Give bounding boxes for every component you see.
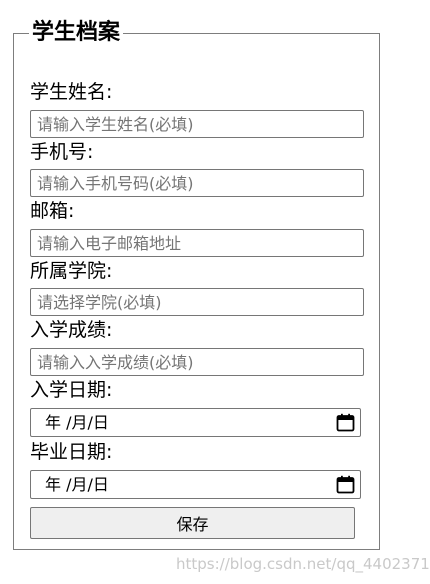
student-name-label: 学生姓名: [30, 81, 113, 103]
form-title: 学生档案 [32, 20, 121, 45]
email-label: 邮箱: [30, 200, 75, 222]
phone-label: 手机号: [30, 141, 94, 163]
graduation-date-input[interactable]: 年 /月/日 [30, 470, 361, 499]
graduation-date-value: 年 /月/日 [45, 475, 109, 494]
email-input[interactable] [30, 229, 364, 257]
calendar-icon[interactable] [336, 413, 355, 436]
entrance-score-label: 入学成绩: [30, 319, 113, 341]
enrollment-date-label: 入学日期: [30, 379, 113, 401]
enrollment-date-input[interactable]: 年 /月/日 [30, 408, 361, 437]
student-name-input[interactable] [30, 110, 364, 138]
graduation-date-label: 毕业日期: [30, 441, 113, 463]
entrance-score-input[interactable] [30, 348, 364, 376]
calendar-icon[interactable] [336, 475, 355, 498]
phone-input[interactable] [30, 169, 364, 197]
watermark: https://blog.csdn.net/qq_44023710 [176, 555, 430, 573]
college-label: 所属学院: [30, 260, 113, 282]
college-input[interactable] [30, 288, 364, 316]
save-button[interactable]: 保存 [30, 507, 355, 539]
enrollment-date-value: 年 /月/日 [45, 413, 109, 432]
